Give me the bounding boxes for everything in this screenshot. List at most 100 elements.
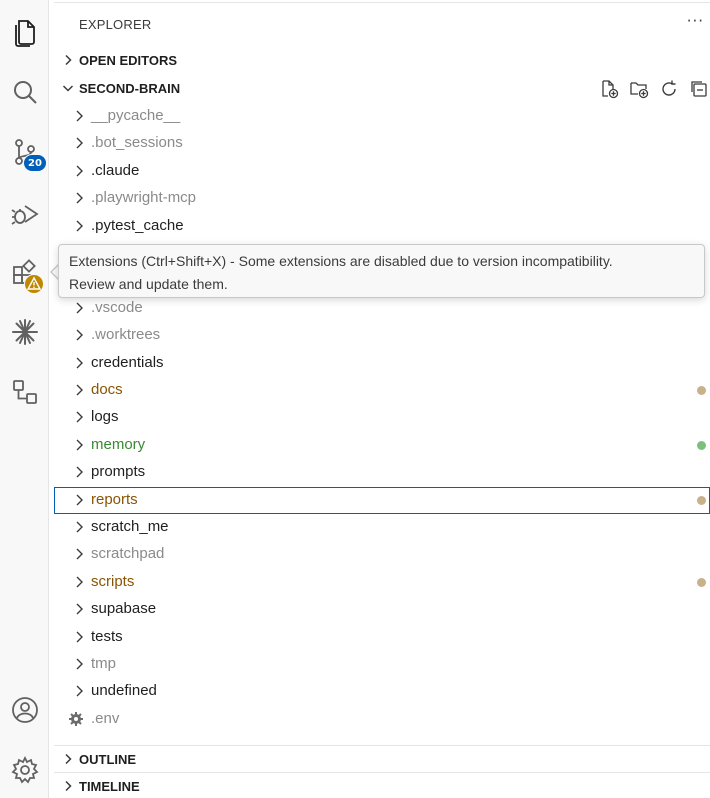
tree-item-label: undefined [91,682,157,700]
divider [54,2,710,3]
chevron-right-icon [76,384,83,396]
tooltip-line: Extensions (Ctrl+Shift+X) - Some extensi… [69,253,613,269]
manage-gear-icon[interactable] [0,746,49,794]
tree-item-label: tests [91,627,123,645]
tree-item[interactable]: memory [54,432,710,459]
tree-item[interactable]: logs [54,404,710,431]
section-label: OPEN EDITORS [79,52,178,68]
tree-item-label: .env [91,709,120,727]
tooltip-line: Review and update them. [69,276,228,292]
chevron-right-icon [76,658,83,670]
chevron-right-icon [54,780,78,792]
explorer-title: EXPLORER [79,17,152,32]
tree-item[interactable]: .bot_sessions [54,130,710,157]
git-status-dot [697,440,706,450]
tree-item-label: .bot_sessions [91,134,183,152]
tree-item[interactable]: docs [54,377,710,404]
tree-item-label: scratch_me [91,518,169,535]
remote-explorer-icon[interactable] [0,368,49,416]
chevron-right-icon [76,137,83,149]
tree-item[interactable]: .claude [54,158,710,185]
new-file-icon[interactable] [598,78,620,100]
chevron-right-icon [76,603,83,615]
tree-item-label: .claude [91,161,140,179]
tree-item-label: .playwright-mcp [91,189,197,207]
section-label: SECOND-BRAIN [79,80,181,96]
git-status-dot [697,577,706,587]
tree-item-label: reports [91,490,138,508]
tree-item-label: prompts [91,463,146,481]
tree-item[interactable]: prompts [54,459,710,486]
section-label: OUTLINE [79,751,137,767]
search-icon[interactable] [0,68,49,116]
explorer-sidebar: EXPLORER ··· OPEN EDITORS SECOND-BRAIN _… [54,0,710,798]
chevron-right-icon [76,110,83,122]
refresh-icon[interactable] [658,78,680,100]
chevron-down-icon [54,82,78,94]
section-label: TIMELINE [79,778,140,794]
tree-item[interactable]: credentials [54,350,710,377]
chevron-right-icon [76,439,83,451]
git-status-dot [697,386,706,395]
tree-item-label: scripts [91,572,135,590]
tree-item[interactable]: .worktrees [54,322,710,349]
tree-item-label: __pycache__ [91,107,181,124]
tree-item[interactable]: tests [54,624,710,651]
chevron-right-icon [76,220,83,232]
tree-item-label: supabase [91,600,157,618]
chevron-right-icon [76,302,83,314]
more-actions-button[interactable]: ··· [687,12,704,30]
chevron-right-icon [76,165,83,177]
chevron-right-icon [76,631,83,643]
tree-item-label: .vscode [91,298,143,316]
chevron-right-icon [76,685,83,697]
explorer-icon[interactable] [0,8,49,56]
tree-item[interactable]: reports [54,486,710,514]
run-debug-icon[interactable] [0,190,49,238]
accounts-icon[interactable] [0,686,49,734]
section-outline[interactable]: OUTLINE [54,747,710,771]
tree-item-label: docs [91,381,123,398]
tree-item-label: logs [91,408,119,426]
chevron-right-icon [76,548,83,560]
chevron-right-icon [76,576,83,588]
tree-item[interactable]: scratchpad [54,541,710,568]
claude-icon[interactable] [0,308,49,356]
tree-item-label: memory [91,435,146,453]
tree-item[interactable]: .playwright-mcp [54,185,710,212]
divider [54,745,710,746]
chevron-right-icon [76,521,83,533]
extensions-tooltip: Extensions (Ctrl+Shift+X) - Some extensi… [58,244,705,298]
chevron-right-icon [76,494,83,506]
warning-icon [24,274,44,294]
tree-item-label: scratchpad [91,545,165,563]
chevron-right-icon [76,357,83,369]
tree-item[interactable]: undefined [54,678,710,705]
collapse-all-icon[interactable] [688,78,710,100]
tree-item-label: tmp [91,655,117,672]
gear-icon [69,711,83,726]
chevron-right-icon [76,192,83,204]
tree-item[interactable]: scripts [54,569,710,596]
divider [54,772,710,773]
tree-item[interactable]: .pytest_cache [54,213,710,240]
tree-item[interactable]: supabase [54,596,710,623]
tree-item-label: .pytest_cache [91,216,184,234]
chevron-right-icon [76,466,83,478]
tree-item-label: .worktrees [91,326,161,344]
scm-badge: 20 [23,154,47,172]
chevron-right-icon [54,753,78,765]
explorer-actions [598,78,710,100]
chevron-right-icon [54,54,78,66]
tree-item[interactable]: tmp [54,651,710,678]
section-open-editors[interactable]: OPEN EDITORS [54,48,710,72]
tree-item[interactable]: __pycache__ [54,103,710,130]
file-tree: __pycache__ .bot_sessions .claude .playwrig… [54,103,710,745]
tree-item[interactable]: .vscode [54,295,710,322]
git-status-dot [697,495,706,505]
chevron-right-icon [76,411,83,423]
section-timeline[interactable]: TIMELINE [54,774,710,798]
new-folder-icon[interactable] [628,78,650,100]
tree-item[interactable]: scratch_me [54,514,710,541]
tree-item[interactable]: .env [54,706,710,733]
